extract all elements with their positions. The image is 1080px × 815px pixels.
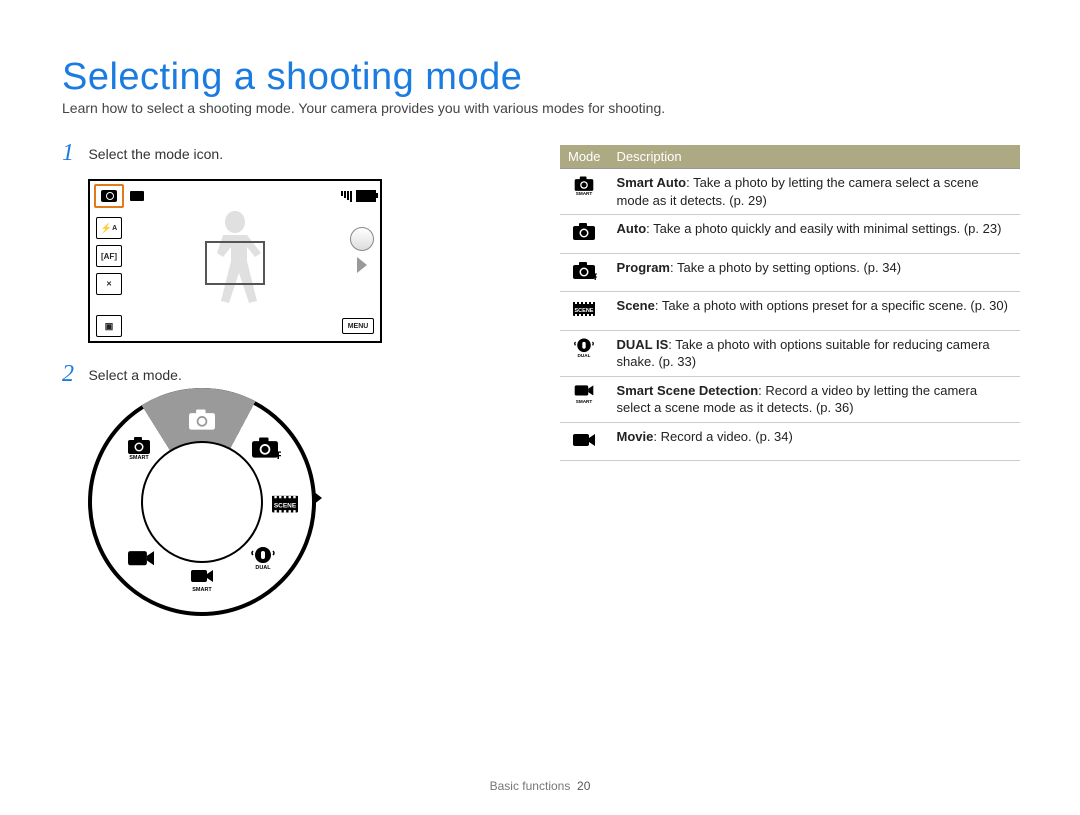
step-1: 1 Select the mode icon. — [62, 140, 502, 167]
menu-button-icon: MENU — [342, 318, 374, 334]
dial-mode-placeholder — [102, 490, 136, 516]
mode-icon-smart-auto — [560, 169, 609, 215]
mode-icon-movie — [560, 422, 609, 461]
dial-knob-icon — [350, 227, 374, 251]
arrow-right-icon — [357, 257, 367, 273]
mode-icon-smart-scene — [560, 376, 609, 422]
dial-mode-smart-scene — [185, 566, 219, 592]
th-mode: Mode — [560, 145, 609, 169]
step-1-text: Select the mode icon. — [88, 140, 223, 162]
table-row: Smart Scene Detection: Record a video by… — [560, 376, 1020, 422]
focus-frame — [205, 241, 265, 285]
af-icon: [AF] — [96, 245, 122, 267]
mode-description: Movie: Record a video. (p. 34) — [609, 422, 1020, 461]
dial-mode-movie — [124, 544, 158, 570]
table-row: Scene: Take a photo with options preset … — [560, 292, 1020, 331]
portrait-icon — [130, 191, 144, 201]
mode-description: Smart Auto: Take a photo by letting the … — [609, 169, 1020, 215]
step-2-number: 2 — [62, 361, 84, 388]
footer: Basic functions 20 — [0, 779, 1080, 793]
table-row: DUAL IS: Take a photo with options suita… — [560, 330, 1020, 376]
signal-icon — [341, 191, 352, 202]
dial-mode-auto — [185, 406, 219, 432]
dial-next-arrow-icon — [313, 491, 322, 505]
table-row: Movie: Record a video. (p. 34) — [560, 422, 1020, 461]
dial-mode-scene — [268, 490, 302, 516]
mode-icon-highlighted — [94, 184, 124, 208]
table-row: Program: Take a photo by setting options… — [560, 253, 1020, 292]
mode-icon-auto — [560, 215, 609, 254]
footer-page: 20 — [577, 779, 590, 793]
dial-mode-dual-is — [246, 544, 280, 570]
playback-icon: ▣ — [96, 315, 122, 337]
mode-description: Smart Scene Detection: Record a video by… — [609, 376, 1020, 422]
step-2: 2 Select a mode. — [62, 361, 502, 388]
mode-description: Scene: Take a photo with options preset … — [609, 292, 1020, 331]
flash-auto-icon: ⚡A — [96, 217, 122, 239]
table-row: Auto: Take a photo quickly and easily wi… — [560, 215, 1020, 254]
modes-table: Mode Description Smart Auto: Take a phot… — [560, 145, 1020, 461]
th-description: Description — [609, 145, 1020, 169]
mode-description: Program: Take a photo by setting options… — [609, 253, 1020, 292]
mode-description: DUAL IS: Take a photo with options suita… — [609, 330, 1020, 376]
table-row: Smart Auto: Take a photo by letting the … — [560, 169, 1020, 215]
step-2-text: Select a mode. — [88, 361, 181, 383]
mode-icon-program — [560, 253, 609, 292]
dial-center — [141, 441, 263, 563]
camera-screen-figure: ⚡A [AF] ✕OFF ▣ MENU — [88, 179, 382, 343]
page-title: Selecting a shooting mode — [62, 56, 522, 99]
dial-mode-program — [248, 434, 282, 460]
battery-icon — [356, 190, 376, 202]
footer-section: Basic functions — [490, 779, 571, 793]
dial-mode-smart-auto — [122, 434, 156, 460]
timer-off-icon: ✕OFF — [96, 273, 122, 295]
mode-icon-dual-is — [560, 330, 609, 376]
mode-description: Auto: Take a photo quickly and easily wi… — [609, 215, 1020, 254]
intro-text: Learn how to select a shooting mode. You… — [62, 100, 665, 116]
step-1-number: 1 — [62, 140, 84, 167]
mode-icon-scene — [560, 292, 609, 331]
mode-dial-figure — [88, 388, 308, 608]
